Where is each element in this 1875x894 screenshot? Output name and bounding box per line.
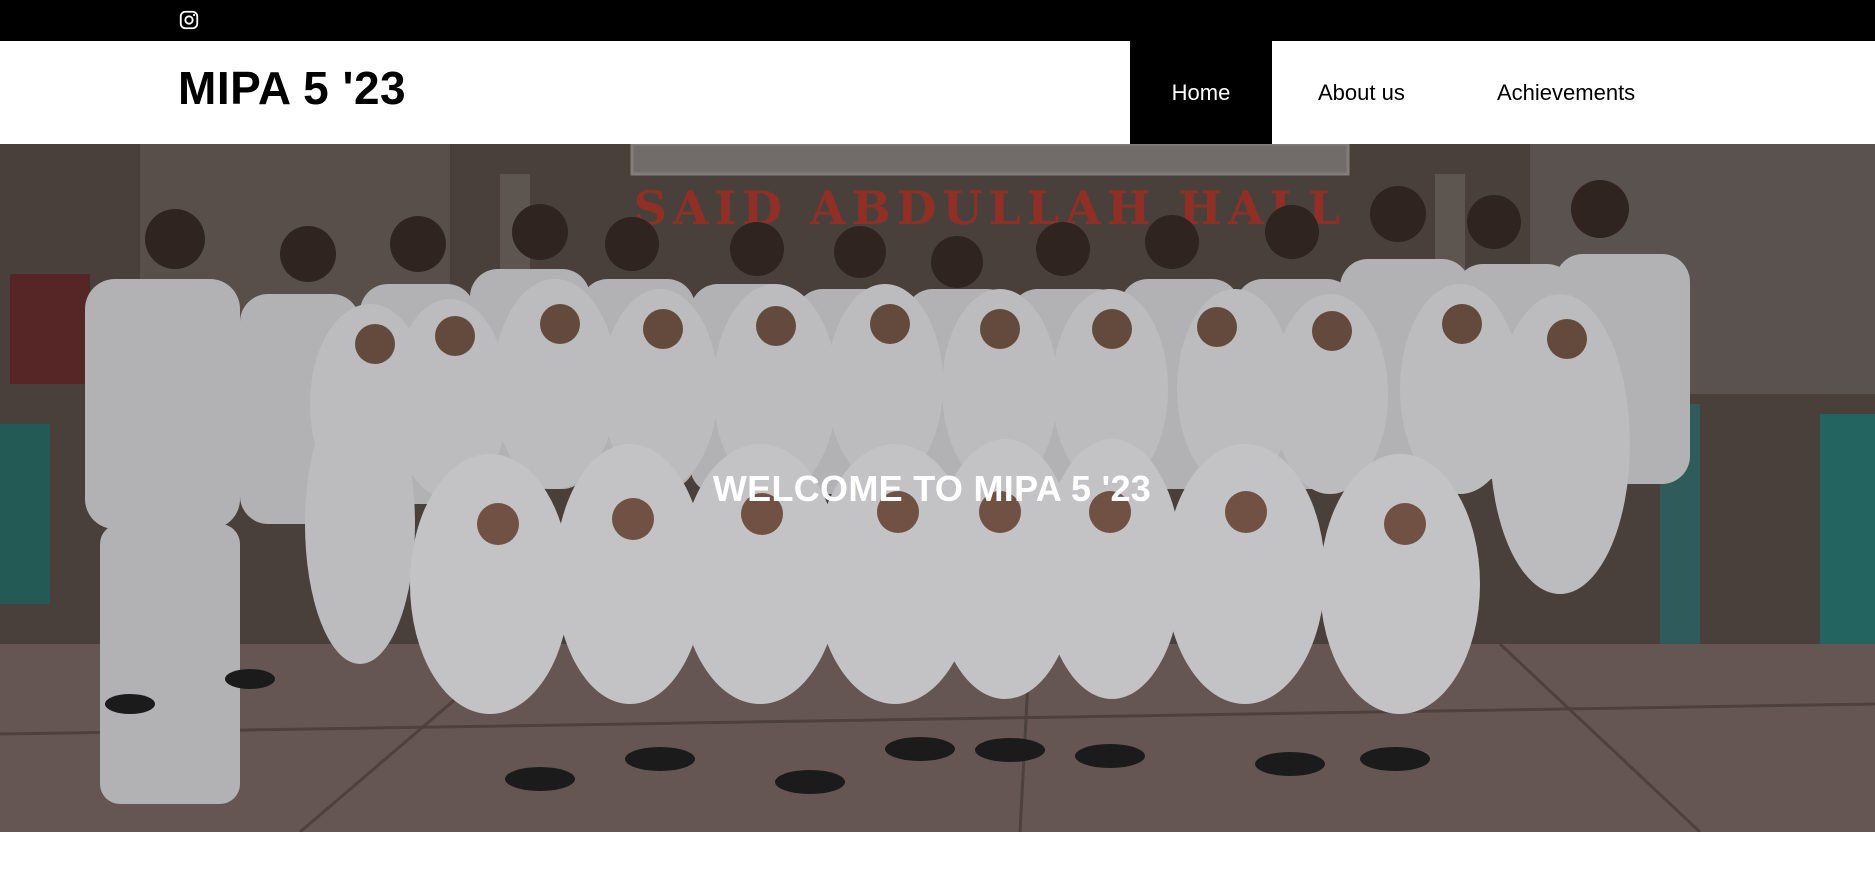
instagram-icon[interactable] [178, 9, 200, 31]
page-bottom-space [0, 832, 1875, 894]
hero-section: SAID ABDULLAH HALL WELCOME TO MIPA 5 '23 [0, 144, 1875, 832]
nav-achievements-label: Achievements [1497, 79, 1636, 105]
nav-about-link[interactable]: About us [1318, 41, 1405, 144]
top-bar [0, 0, 1875, 41]
nav-about-label: About us [1318, 79, 1405, 105]
nav-home-link[interactable]: Home [1130, 41, 1272, 144]
nav-home-label: Home [1171, 79, 1231, 105]
site-brand[interactable]: MIPA 5 '23 [178, 65, 406, 111]
nav-achievements-link[interactable]: Achievements [1497, 41, 1635, 144]
hero-title: WELCOME TO MIPA 5 '23 [712, 468, 1152, 509]
